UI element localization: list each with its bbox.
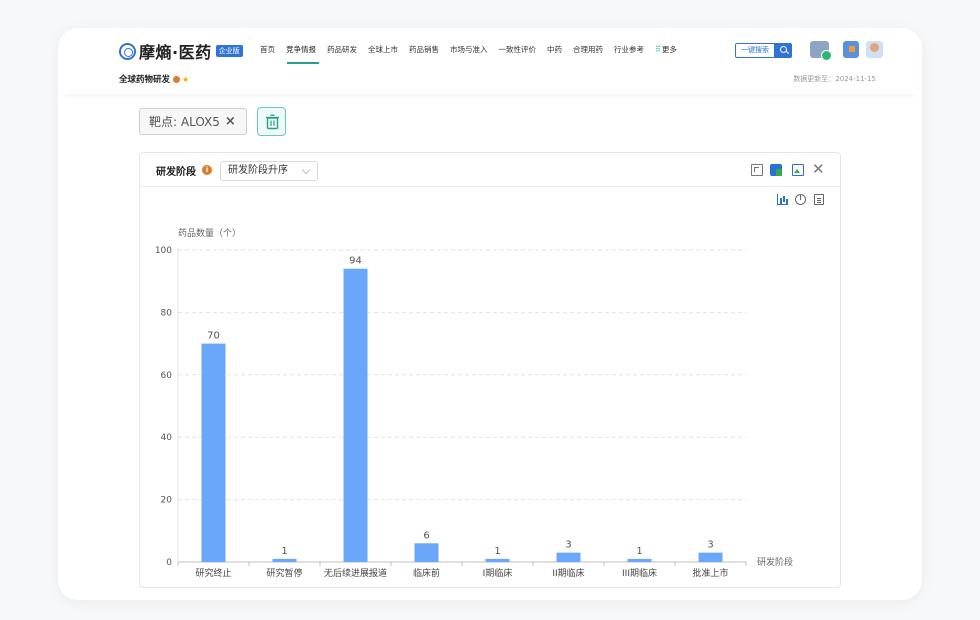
bar-1[interactable] xyxy=(272,558,297,562)
user-avatar[interactable] xyxy=(866,41,883,58)
close-icon[interactable]: ✕ xyxy=(812,162,826,177)
nav-tcm[interactable]: 中药 xyxy=(547,44,562,58)
nav-drug-sales[interactable]: 药品销售 xyxy=(409,44,439,58)
bar-value-label: 6 xyxy=(423,530,429,541)
excel-export-icon[interactable] xyxy=(770,164,782,176)
filter-chip-label: 靶点: ALOX5 xyxy=(149,115,220,129)
trash-icon xyxy=(266,114,279,130)
y-tick-label: 80 xyxy=(161,308,173,318)
logo-icon xyxy=(119,42,136,60)
nav-drug-rd[interactable]: 药品研发 xyxy=(327,44,357,58)
bar-6[interactable] xyxy=(627,558,652,562)
bar-7[interactable] xyxy=(698,552,723,562)
bar-value-label: 70 xyxy=(207,331,220,342)
panel-title: 研发阶段 xyxy=(156,167,196,178)
edition-badge: 企业版 xyxy=(215,45,243,57)
clear-filters-button[interactable] xyxy=(257,107,286,136)
notification-icon[interactable] xyxy=(843,41,859,58)
search-icon[interactable] xyxy=(775,43,792,58)
y-tick-label: 100 xyxy=(155,246,172,256)
y-tick-label: 60 xyxy=(161,371,173,381)
y-tick-label: 20 xyxy=(161,496,173,506)
bar-value-label: 1 xyxy=(494,546,500,557)
x-axis-label: 研发阶段 xyxy=(757,556,793,568)
x-tick-label: 临床前 xyxy=(413,567,440,579)
x-tick-label: 无后续进展报道 xyxy=(324,567,387,579)
bar-value-label: 1 xyxy=(281,546,287,557)
x-tick-label: 批准上市 xyxy=(692,567,728,579)
app-logo[interactable]: 摩熵·医药 企业版 xyxy=(119,41,243,62)
bar-4[interactable] xyxy=(485,558,510,562)
info-icon[interactable] xyxy=(173,75,181,83)
bar-3[interactable] xyxy=(414,543,439,562)
nav-consistency-eval[interactable]: 一致性评价 xyxy=(499,44,537,58)
bar-value-label: 1 xyxy=(636,546,642,557)
nav-more[interactable]: ⠿更多 xyxy=(655,44,677,58)
close-icon[interactable]: × xyxy=(225,114,236,129)
grid-dots-icon: ⠿ xyxy=(655,45,661,54)
main-nav: 首页 竞争情报 药品研发 全球上市 药品销售 市场与准入 一致性评价 中药 合理… xyxy=(260,44,688,58)
nav-active-indicator xyxy=(287,62,319,64)
nav-more-label: 更多 xyxy=(661,45,677,54)
nav-market-access[interactable]: 市场与准入 xyxy=(450,44,488,58)
bar-value-label: 3 xyxy=(565,540,571,551)
nav-global-launch[interactable]: 全球上市 xyxy=(368,44,398,58)
data-update-date: 数据更新至：2024-11-15 xyxy=(793,75,876,83)
image-export-icon[interactable] xyxy=(792,164,804,176)
nav-rational-use[interactable]: 合理用药 xyxy=(573,44,603,58)
quick-search-button[interactable]: 一键搜索 xyxy=(735,43,775,58)
x-tick-label: I期临床 xyxy=(483,567,513,579)
info-icon[interactable]: i xyxy=(202,165,212,175)
page-subtitle: 全球药物研发 ★ xyxy=(119,73,189,86)
x-tick-label: II期临床 xyxy=(552,567,584,579)
logo-text: 摩熵·医药 xyxy=(139,43,212,62)
sort-select[interactable]: 研发阶段升序 xyxy=(220,161,318,181)
y-tick-label: 0 xyxy=(166,558,172,568)
y-axis-label: 药品数量（个） xyxy=(178,227,241,239)
verified-app-icon[interactable] xyxy=(810,41,832,61)
bar-value-label: 94 xyxy=(349,256,362,267)
bar-value-label: 3 xyxy=(707,540,713,551)
bar-0[interactable] xyxy=(201,343,226,562)
target-filter-chip[interactable]: 靶点: ALOX5 × xyxy=(139,108,247,135)
nav-home[interactable]: 首页 xyxy=(260,44,275,58)
bar-2[interactable] xyxy=(343,268,368,562)
star-icon[interactable]: ★ xyxy=(182,75,189,84)
panel-header: 研发阶段 i 研发阶段升序 ✕ xyxy=(140,153,840,187)
fullscreen-icon[interactable] xyxy=(751,164,763,176)
y-tick-label: 40 xyxy=(161,433,173,443)
x-tick-label: 研究终止 xyxy=(195,567,231,579)
bar-5[interactable] xyxy=(556,552,581,562)
x-tick-label: III期临床 xyxy=(622,567,657,579)
page-title: 全球药物研发 xyxy=(119,75,171,85)
quick-search[interactable]: 一键搜索 xyxy=(735,43,792,58)
rd-stage-bar-chart: 药品数量（个） 研发阶段 70 1 94 6 1 3 1 3 0 20 40 60 80 100 研究终止… xyxy=(155,227,793,579)
nav-competitive-intel[interactable]: 竞争情报 xyxy=(286,44,316,58)
nav-industry-ref[interactable]: 行业参考 xyxy=(614,44,644,58)
x-tick-label: 研究暂停 xyxy=(266,567,302,579)
